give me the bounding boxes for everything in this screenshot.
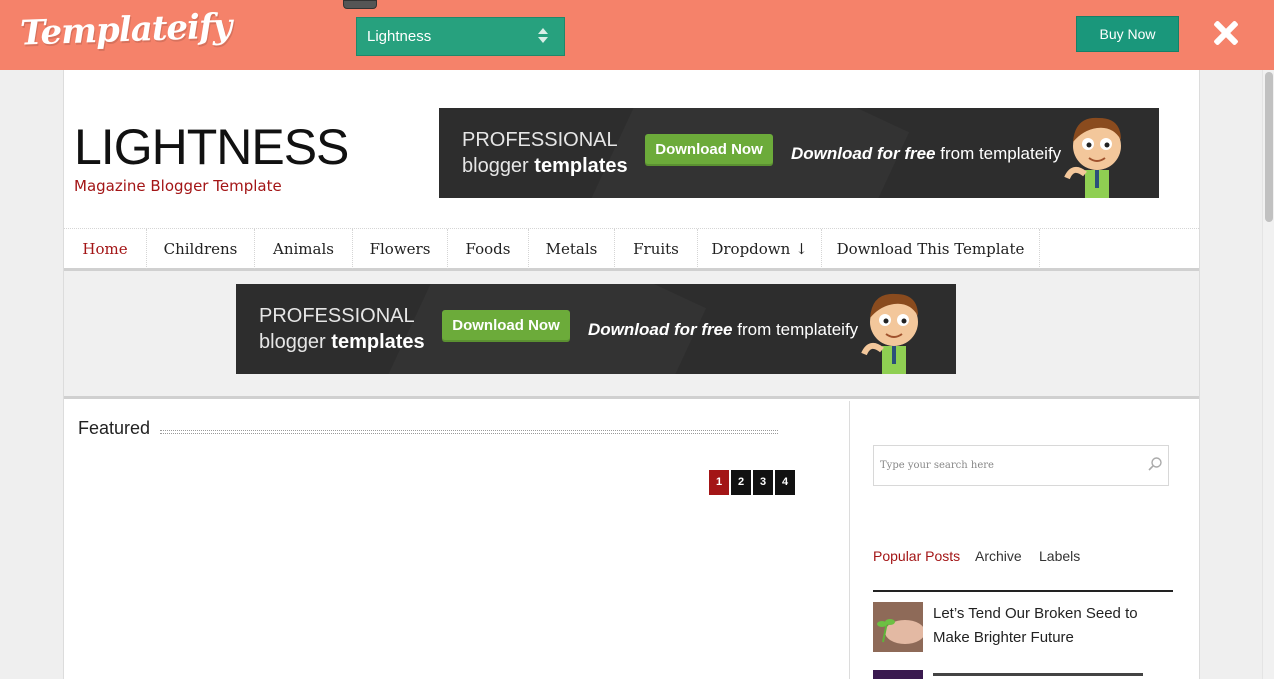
tab-archive[interactable]: Archive: [975, 548, 1022, 564]
site-description: Magazine Blogger Template: [74, 177, 282, 195]
seedling-hand-icon: [873, 602, 923, 652]
banner-line1: PROFESSIONAL: [462, 129, 618, 151]
nav-item-metals[interactable]: Metals: [529, 229, 615, 269]
banner-line2: blogger templates: [462, 155, 628, 177]
post-thumbnail[interactable]: [873, 670, 923, 679]
featured-heading: Featured: [78, 418, 151, 438]
nav-item-download-template[interactable]: Download This Template: [822, 229, 1040, 269]
close-icon[interactable]: [1213, 20, 1239, 46]
tabs-underline: [873, 590, 1173, 592]
banner-free-text: Download for free from templateify: [588, 320, 859, 339]
templateify-logo[interactable]: Templateify: [19, 6, 232, 53]
preview-topbar: Templateify Lightness Buy Now: [0, 0, 1274, 70]
pager-page-2[interactable]: 2: [731, 470, 751, 495]
scrollbar-thumb[interactable]: [1265, 72, 1273, 222]
scrollbar[interactable]: [1262, 70, 1274, 679]
post-thumbnail[interactable]: [873, 602, 923, 652]
tab-labels[interactable]: Labels: [1039, 548, 1080, 564]
nav-item-foods[interactable]: Foods: [448, 229, 529, 269]
nav-item-fruits[interactable]: Fruits: [615, 229, 698, 269]
heading-divider: [160, 430, 778, 434]
tab-popular-posts[interactable]: Popular Posts: [873, 548, 960, 564]
search-icon[interactable]: [1147, 456, 1163, 472]
main-nav: Home Childrens Animals Flowers Foods Met…: [64, 228, 1199, 271]
mascot-icon: [861, 293, 918, 374]
theme-select-value: Lightness: [367, 28, 432, 45]
mascot-icon: [1064, 117, 1121, 198]
banner-download-button[interactable]: Download Now: [442, 310, 570, 342]
pager-page-3[interactable]: 3: [753, 470, 773, 495]
site-title[interactable]: LIGHTNESS: [74, 118, 349, 176]
nav-item-flowers[interactable]: Flowers: [353, 229, 448, 269]
select-arrows-icon: [538, 28, 548, 44]
popular-post-title[interactable]: Let’s Tend Our Broken Seed to Make Brigh…: [933, 602, 1153, 650]
nav-item-home[interactable]: Home: [64, 229, 147, 269]
pager-page-1[interactable]: 1: [709, 470, 729, 495]
banner-free-text: Download for free from templateify: [791, 144, 1062, 163]
banner-line1: PROFESSIONAL: [259, 305, 415, 327]
content-ad-banner[interactable]: PROFESSIONAL blogger templates Download …: [236, 284, 956, 374]
theme-select[interactable]: Lightness: [356, 17, 565, 56]
popular-post-title-partial: [933, 673, 1153, 679]
header-ad-banner[interactable]: PROFESSIONAL blogger templates Download …: [439, 108, 1159, 198]
nav-item-dropdown[interactable]: Dropdown ↓: [698, 229, 822, 269]
pager-page-4[interactable]: 4: [775, 470, 795, 495]
sidebar-search: [873, 445, 1169, 486]
buy-now-button[interactable]: Buy Now: [1076, 16, 1179, 52]
banner-download-button[interactable]: Download Now: [645, 134, 773, 166]
device-toggle-icon[interactable]: [343, 0, 377, 9]
nav-item-childrens[interactable]: Childrens: [147, 229, 255, 269]
column-divider: [849, 401, 850, 679]
search-input[interactable]: [874, 446, 1139, 485]
blog-page: LIGHTNESS Magazine Blogger Template PROF…: [63, 70, 1200, 679]
banner-line2: blogger templates: [259, 331, 425, 353]
nav-item-animals[interactable]: Animals: [255, 229, 353, 269]
